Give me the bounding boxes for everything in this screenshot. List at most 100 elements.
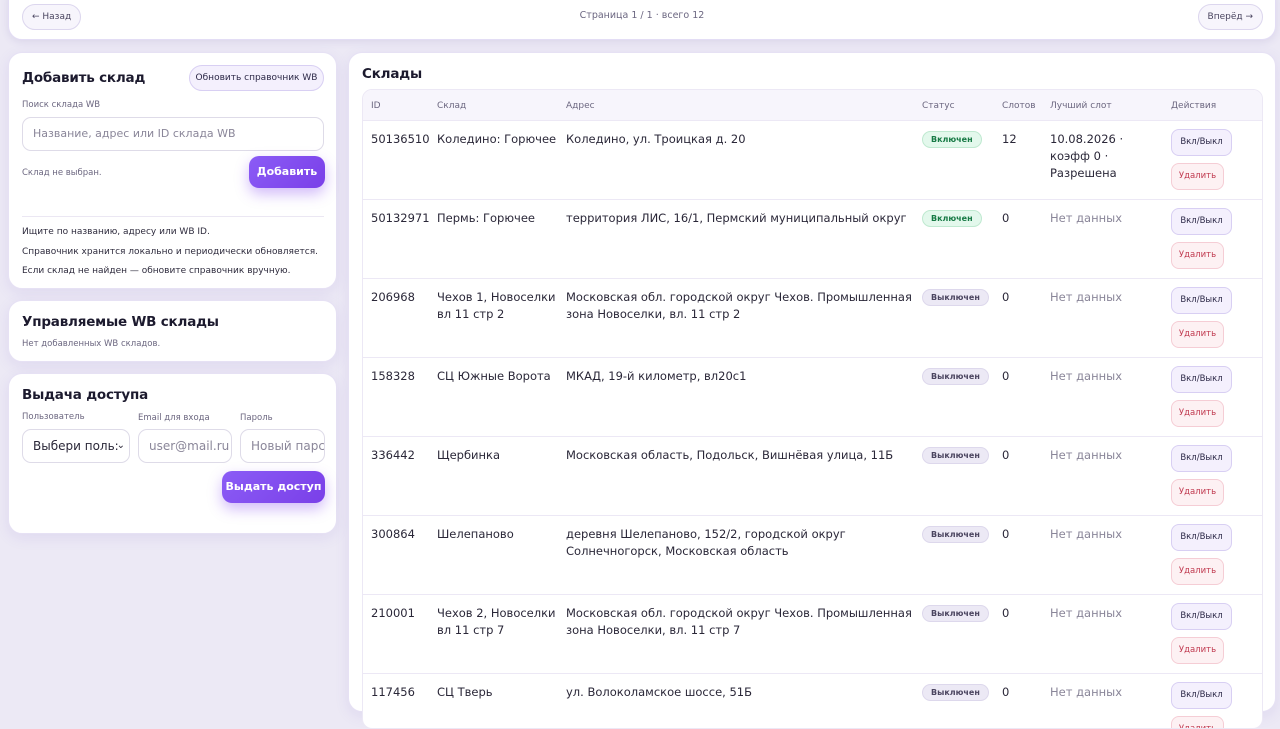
slots-count: 12 — [1002, 132, 1017, 146]
warehouse-name: Коледино: Горючее — [437, 132, 557, 146]
status-badge: Выключен — [922, 289, 989, 306]
slots-count: 0 — [1002, 290, 1010, 304]
search-label: Поиск склада WB — [22, 100, 101, 110]
slots-count: 0 — [1002, 448, 1010, 462]
delete-button[interactable]: Удалить — [1171, 400, 1224, 427]
col-actions: Действия — [1171, 101, 1217, 111]
toggle-button[interactable]: Вкл/Выкл — [1171, 287, 1232, 314]
add-warehouse-card: Добавить склад Обновить справочник WB По… — [8, 52, 337, 289]
warehouse-address: Коледино, ул. Троицкая д. 20 — [566, 132, 746, 146]
selection-status: Склад не выбран. — [22, 168, 102, 178]
table-row: 210001 Чехов 2, Новоселки вл 11 стр 7 Моск… — [363, 595, 1262, 674]
best-slot: 10.08.2026 · коэфф 0 · Разрешена — [1050, 132, 1124, 180]
col-best-slot: Лучший слот — [1050, 101, 1112, 111]
delete-button[interactable]: Удалить — [1171, 242, 1224, 269]
col-id: ID — [371, 101, 381, 111]
help-block: Ищите по названию, адресу или WB ID. Спр… — [22, 223, 318, 282]
warehouse-address: ул. Волоколамское шоссе, 51Б — [566, 685, 752, 699]
toggle-button[interactable]: Вкл/Выкл — [1171, 603, 1232, 630]
col-status: Статус — [922, 101, 955, 111]
user-label: Пользователь — [22, 412, 85, 422]
status-badge: Выключен — [922, 605, 989, 622]
slots-count: 0 — [1002, 527, 1010, 541]
warehouse-id: 50136510 — [371, 132, 430, 146]
delete-button[interactable]: Удалить — [1171, 716, 1224, 728]
status-badge: Выключен — [922, 526, 989, 543]
best-slot: Нет данных — [1050, 211, 1122, 225]
warehouses-title: Склады — [362, 66, 422, 82]
managed-title: Управляемые WB склады — [22, 314, 219, 330]
table-row: 117456 СЦ Тверь ул. Волоколамское шоссе, 5… — [363, 674, 1262, 728]
best-slot: Нет данных — [1050, 527, 1122, 541]
toggle-button[interactable]: Вкл/Выкл — [1171, 366, 1232, 393]
warehouses-card: Склады ID Склад Адрес Статус Слотов Лучш… — [348, 52, 1276, 729]
chevron-down-icon: ⌄ — [116, 440, 125, 451]
table-header: ID Склад Адрес Статус Слотов Лучший слот… — [363, 90, 1262, 121]
email-label: Email для входа — [138, 413, 210, 423]
status-badge: Выключен — [922, 447, 989, 464]
add-warehouse-title: Добавить склад — [22, 70, 146, 86]
grant-access-card: Выдача доступа Пользователь Email для вх… — [8, 373, 337, 534]
delete-button[interactable]: Удалить — [1171, 637, 1224, 664]
table-row: 158328 СЦ Южные Ворота МКАД, 19-й километр… — [363, 358, 1262, 437]
forward-button[interactable]: Вперёд → — [1197, 4, 1263, 30]
table-row: 336442 Щербинка Московская область, Подоль… — [363, 437, 1262, 516]
table-row: 50136510 Коледино: Горючее Коледино, ул. Т… — [363, 121, 1262, 200]
slots-count: 0 — [1002, 606, 1010, 620]
warehouses-table: ID Склад Адрес Статус Слотов Лучший слот… — [362, 89, 1263, 729]
user-select-value: Выбери поль: — [33, 439, 119, 453]
delete-button[interactable]: Удалить — [1171, 558, 1224, 585]
table-row: 300864 Шелепаново деревня Шелепаново, 152/… — [363, 516, 1262, 595]
warehouse-address: МКАД, 19-й километр, вл20с1 — [566, 369, 747, 383]
user-select[interactable]: Выбери поль: ⌄ — [22, 429, 130, 463]
warehouse-name: Пермь: Горючее — [437, 211, 535, 225]
warehouse-address: Московская обл. городской округ Чехов. П… — [566, 606, 912, 637]
status-badge: Выключен — [922, 684, 989, 701]
help-line: Если склад не найден — обновите справочн… — [22, 266, 291, 276]
managed-warehouses-card: Управляемые WB склады Нет добавленных WB… — [8, 300, 337, 362]
warehouse-id: 206968 — [371, 290, 415, 304]
warehouse-id: 158328 — [371, 369, 415, 383]
help-line: Справочник хранится локально и периодиче… — [22, 246, 318, 257]
toggle-button[interactable]: Вкл/Выкл — [1171, 445, 1232, 472]
toggle-button[interactable]: Вкл/Выкл — [1171, 129, 1232, 156]
slots-count: 0 — [1002, 369, 1010, 383]
warehouse-name: Чехов 1, Новоселки вл 11 стр 2 — [437, 290, 556, 321]
warehouse-name: СЦ Южные Ворота — [437, 369, 551, 383]
refresh-directory-button[interactable]: Обновить справочник WB — [189, 65, 324, 91]
warehouse-id: 210001 — [371, 606, 415, 620]
delete-button[interactable]: Удалить — [1171, 321, 1224, 348]
best-slot: Нет данных — [1050, 448, 1122, 462]
toggle-button[interactable]: Вкл/Выкл — [1171, 208, 1232, 235]
warehouse-address: территория ЛИС, 16/1, Пермский муниципал… — [566, 211, 907, 225]
col-address: Адрес — [566, 101, 595, 111]
table-row: 50132971 Пермь: Горючее территория ЛИС, 16… — [363, 200, 1262, 279]
table-row: 206968 Чехов 1, Новоселки вл 11 стр 2 Моск… — [363, 279, 1262, 358]
divider — [22, 216, 324, 217]
best-slot: Нет данных — [1050, 685, 1122, 699]
password-label: Пароль — [240, 413, 273, 423]
slots-count: 0 — [1002, 211, 1010, 225]
grant-access-button[interactable]: Выдать доступ — [222, 471, 325, 503]
password-input[interactable]: Новый парс — [240, 429, 325, 463]
warehouse-address: Московская обл. городской округ Чехов. П… — [566, 290, 912, 321]
delete-button[interactable]: Удалить — [1171, 163, 1224, 190]
warehouse-address: Московская область, Подольск, Вишнёвая у… — [566, 448, 894, 462]
best-slot: Нет данных — [1050, 290, 1122, 304]
toggle-button[interactable]: Вкл/Выкл — [1171, 524, 1232, 551]
status-badge: Выключен — [922, 368, 989, 385]
warehouse-address: деревня Шелепаново, 152/2, городской окр… — [566, 527, 846, 558]
pager-bar: ← Назад Страница 1 / 1 · всего 12 Вперёд… — [8, 0, 1276, 40]
managed-empty-text: Нет добавленных WB складов. — [22, 339, 161, 349]
add-button[interactable]: Добавить — [249, 156, 325, 188]
warehouse-search-input[interactable]: Название, адрес или ID склада WB — [22, 117, 324, 151]
toggle-button[interactable]: Вкл/Выкл — [1171, 682, 1232, 709]
col-name: Склад — [437, 101, 467, 111]
slots-count: 0 — [1002, 685, 1010, 699]
email-input[interactable]: user@mail.ru — [138, 429, 232, 463]
help-line: Ищите по названию, адресу или WB ID. — [22, 227, 210, 237]
warehouse-name: СЦ Тверь — [437, 685, 493, 699]
access-title: Выдача доступа — [22, 387, 149, 403]
col-slots: Слотов — [1002, 101, 1036, 111]
delete-button[interactable]: Удалить — [1171, 479, 1224, 506]
